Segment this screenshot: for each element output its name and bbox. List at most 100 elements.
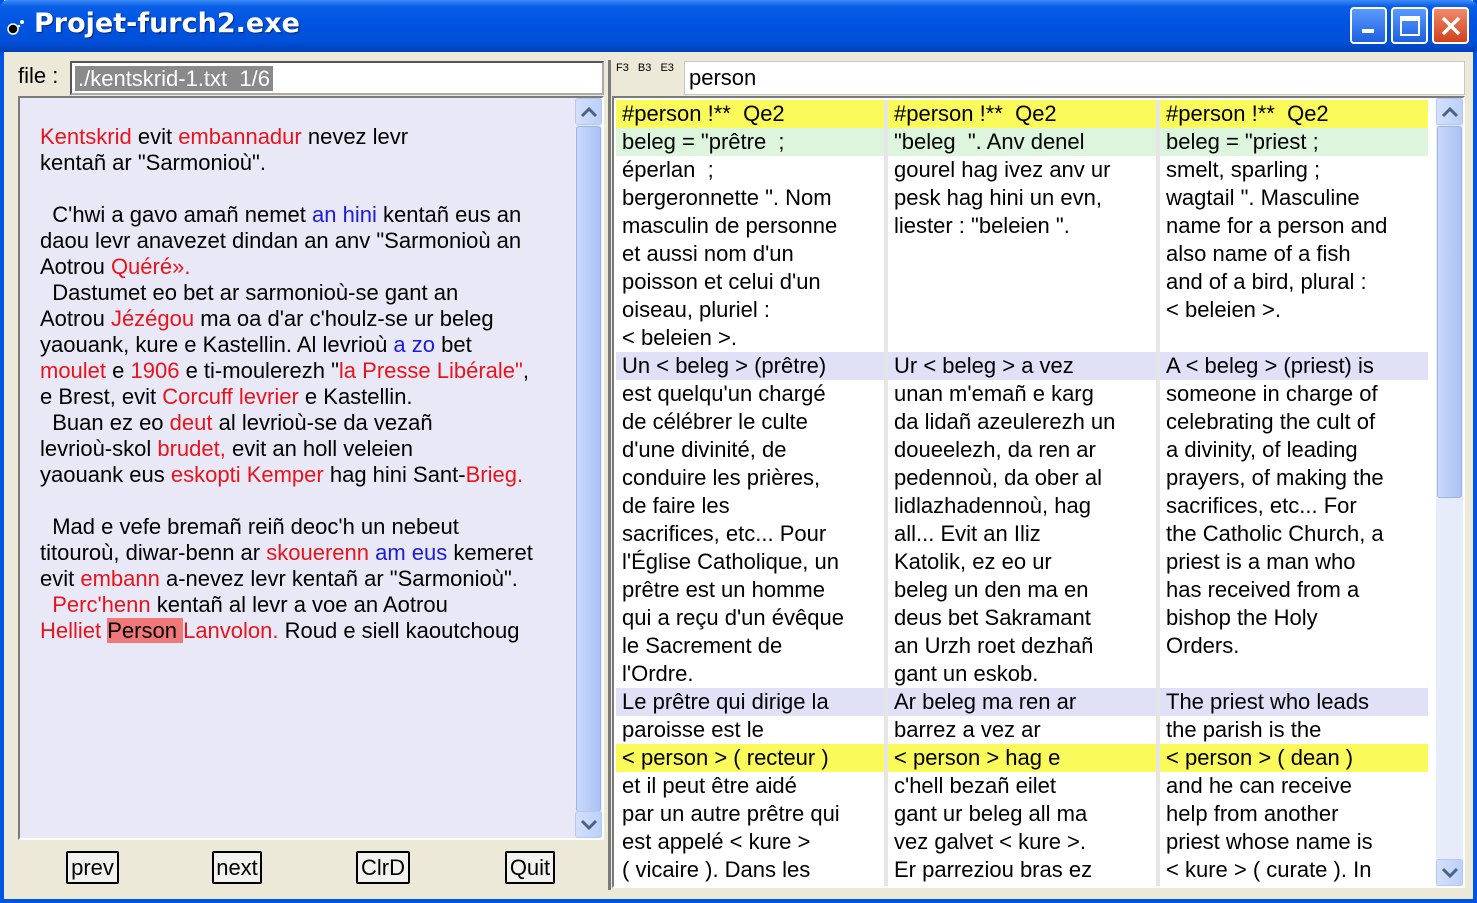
scroll-thumb[interactable] (1437, 126, 1462, 498)
text-line: levrioù-skol brudet, evit an holl veleie… (40, 436, 570, 462)
entry-line: ( vicaire ). Dans les (616, 856, 884, 884)
file-field[interactable]: ./kentskrid-1.txt 1/6 (70, 61, 604, 95)
entry-line: "beleg ". Anv denel (888, 128, 1156, 156)
scroll-up-button[interactable] (575, 98, 602, 125)
entry-line: et aussi nom d'un (616, 240, 884, 268)
entry-line: de célébrer le culte (616, 408, 884, 436)
scroll-thumb[interactable] (576, 126, 601, 812)
text-run: kemeret (447, 540, 533, 565)
entry-line: l'Ordre. (616, 660, 884, 688)
entry-line: Katolik, ez eo ur (888, 548, 1156, 576)
clrd-button[interactable]: ClrD (356, 851, 410, 884)
text-run: C'hwi a gavo amañ nemet (40, 202, 313, 227)
left-scrollbar[interactable] (575, 98, 602, 838)
close-button[interactable] (1432, 7, 1469, 44)
maximize-button[interactable] (1391, 7, 1428, 44)
text-run: titouroù, diwar-benn ar (40, 540, 267, 565)
search-match-highlight: Person (107, 618, 184, 643)
text-line (40, 488, 570, 514)
text-line: yaouank, kure e Kastellin. Al levrioù a … (40, 332, 570, 358)
text-line: Aotrou Quéré». (40, 254, 570, 280)
entry-highlight-line: #person !** Qe2 (1160, 100, 1428, 128)
pane-divider[interactable] (608, 60, 611, 890)
text-run: deut (169, 410, 213, 435)
text-run: al levrioù-se da vezañ (212, 410, 433, 435)
quit-button[interactable]: Quit (505, 851, 555, 884)
entry-line: qui a reçu d'un évêque (616, 604, 884, 632)
text-line: Kentskrid evit embannadur nevez levr (40, 124, 570, 150)
entry-line (1160, 660, 1428, 688)
file-field-value: ./kentskrid-1.txt 1/6 (75, 66, 273, 91)
text-run: Quéré». (110, 254, 191, 279)
source-text-panel[interactable]: Kentskrid evit embannadur nevez levr kent… (18, 96, 604, 840)
text-run: e (106, 358, 131, 383)
close-icon (1441, 16, 1460, 35)
text-line: yaouank eus eskopti Kemper hag hini Sant… (40, 462, 570, 488)
text-run: kentañ eus an (376, 202, 522, 227)
text-line: Mad e vefe bremañ reiñ deoc'h un nebeut (40, 514, 570, 540)
entry-line (888, 240, 1156, 268)
entry-highlight-line: #person !** Qe2 (616, 100, 884, 128)
column-breton: #person !** Qe2 "beleg ". Anv denel gourel… (888, 100, 1156, 886)
search-input-value: person (689, 65, 757, 90)
entry-line: oiseau, pluriel : (616, 296, 884, 324)
text-run: an hini (312, 202, 377, 227)
app-icon (7, 20, 24, 35)
prev-button[interactable]: prev (66, 851, 119, 884)
text-run: e Brest, evit (40, 384, 163, 409)
dictionary-panel[interactable]: #person !** Qe2 beleg = "prêtre ; éperlan … (612, 96, 1465, 888)
entry-line: éperlan ; (616, 156, 884, 184)
entry-line: A < beleg > (priest) is (1160, 352, 1428, 380)
file-label: file : (18, 63, 59, 88)
right-scrollbar[interactable] (1436, 98, 1463, 886)
entry-line: a divinity, of leading (1160, 436, 1428, 464)
entry-line: all... Evit an Iliz (888, 520, 1156, 548)
text-line: e Brest, evit Corcuff levrier e Kastelli… (40, 384, 570, 410)
entry-highlight-line: #person !** Qe2 (888, 100, 1156, 128)
entry-line: gourel hag ivez anv ur (888, 156, 1156, 184)
text-run: Dastumet eo bet ar sarmonioù-se gant an (40, 280, 459, 305)
text-run: Aotrou (40, 254, 111, 279)
text-run: Buan ez eo (40, 410, 170, 435)
entry-line: poisson et celui d'un (616, 268, 884, 296)
entry-line: beleg = "prêtre ; (616, 128, 884, 156)
entry-line: vez galvet < kure >. (888, 828, 1156, 856)
scroll-down-button[interactable] (1436, 859, 1463, 886)
entry-line: da lidañ azeulerezh un (888, 408, 1156, 436)
navigation-bar: prev next ClrD Quit (18, 842, 604, 890)
scroll-up-button[interactable] (1436, 98, 1463, 125)
entry-line: c'hell bezañ eilet (888, 772, 1156, 800)
entry-line: < beleien >. (1160, 296, 1428, 324)
column-french: #person !** Qe2 beleg = "prêtre ; éperlan … (616, 100, 884, 886)
entry-line: Orders. (1160, 632, 1428, 660)
entry-line: bergeronnette ". Nom (616, 184, 884, 212)
entry-line: wagtail ". Masculine (1160, 184, 1428, 212)
entry-line: < kure > ( curate ). In (1160, 856, 1428, 884)
entry-line: Le prêtre qui dirige la (616, 688, 884, 716)
text-run: evit (40, 566, 81, 591)
scroll-down-button[interactable] (575, 811, 602, 838)
entry-line (888, 324, 1156, 352)
text-run: hag hini Sant- (323, 462, 466, 487)
column-english: #person !** Qe2 beleg = "priest ; smelt, s… (1160, 100, 1428, 886)
text-run: moulet (40, 358, 107, 383)
text-run: e ti-moulerezh " (179, 358, 339, 383)
entry-line: Ar beleg ma ren ar (888, 688, 1156, 716)
entry-highlight-line: < person > ( recteur ) (616, 744, 884, 772)
entry-line: name for a person and (1160, 212, 1428, 240)
flag-f3: F3 (616, 62, 629, 74)
text-run: a-nevez levr kentañ ar "Sarmonioù". (159, 566, 518, 591)
text-run: skouerenn (266, 540, 369, 565)
entry-line: smelt, sparling ; (1160, 156, 1428, 184)
text-run: , (522, 358, 529, 383)
text-run: yaouank eus (40, 462, 171, 487)
next-button[interactable]: next (212, 851, 262, 884)
entry-line: priest is a man who (1160, 548, 1428, 576)
entry-line: beleg un den ma en (888, 576, 1156, 604)
search-input[interactable]: person (684, 61, 1465, 95)
text-run: yaouank, kure e Kastellin. Al levrioù (40, 332, 394, 357)
entry-line: prêtre est un homme (616, 576, 884, 604)
minimize-button[interactable] (1350, 7, 1387, 44)
entry-line: Er parreziou bras ez (888, 856, 1156, 884)
title-bar[interactable]: Projet-furch2.exe (0, 0, 1477, 52)
